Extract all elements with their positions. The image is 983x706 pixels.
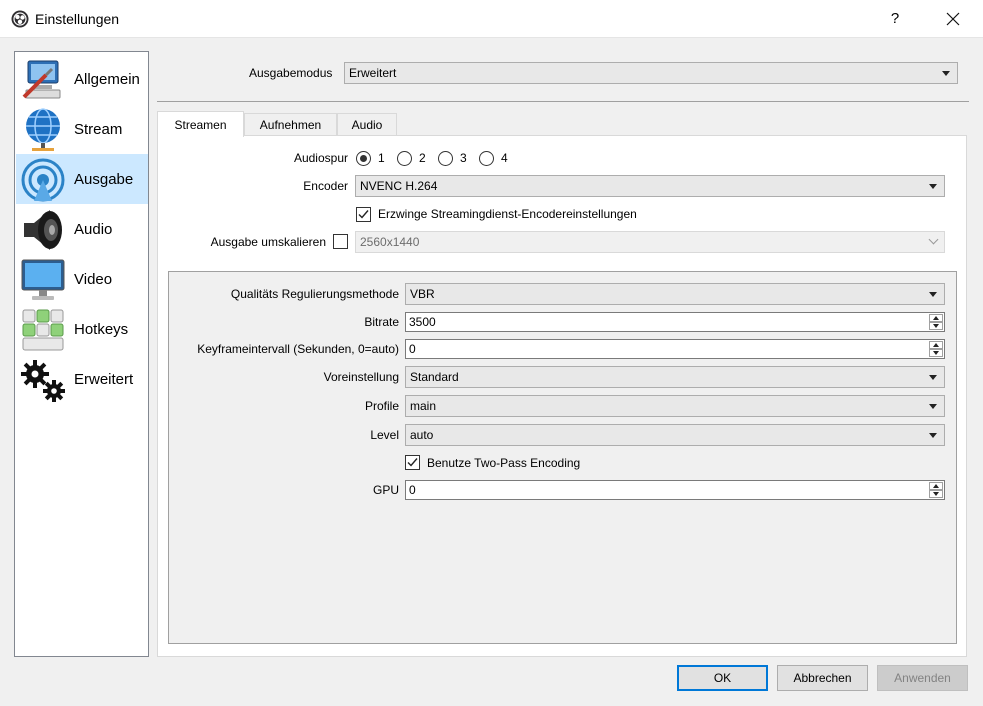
gears-icon xyxy=(21,360,65,402)
chevron-down-icon xyxy=(929,292,937,297)
streamen-tab-panel: Audiospur 1 2 3 4 Encoder NVENC H.264 Er… xyxy=(157,135,967,657)
sidebar-item-label: Allgemein xyxy=(74,71,140,88)
audio-track-radio-3[interactable] xyxy=(438,151,453,166)
divider xyxy=(157,101,969,102)
level-label: Level xyxy=(370,428,399,442)
enforce-encoder-settings-label: Erzwinge Streamingdienst-Encodereinstell… xyxy=(378,207,637,221)
sidebar-item-label: Erweitert xyxy=(74,371,134,388)
chevron-down-icon xyxy=(942,71,950,76)
gpu-value: 0 xyxy=(409,483,416,497)
gpu-spinbox[interactable]: 0 xyxy=(405,480,945,500)
preset-label: Voreinstellung xyxy=(323,370,399,384)
output-mode-value: Erweitert xyxy=(349,66,397,80)
sidebar-item-label: Video xyxy=(74,271,113,288)
rescale-label: Ausgabe umskalieren xyxy=(210,235,326,249)
speaker-icon xyxy=(24,210,62,250)
chevron-down-icon xyxy=(929,433,937,438)
profile-value: main xyxy=(410,399,437,413)
spin-down-icon[interactable] xyxy=(929,349,943,357)
rescale-resolution-value: 2560x1440 xyxy=(360,235,420,249)
monitor-icon xyxy=(21,259,65,300)
sidebar-item-stream[interactable]: Stream xyxy=(16,104,148,154)
audio-track-option-label: 4 xyxy=(501,151,508,165)
encoder-settings-group: Qualitäts Regulierungsmethode VBR Bitrat… xyxy=(168,271,957,644)
gpu-label: GPU xyxy=(372,483,399,497)
two-pass-checkbox[interactable] xyxy=(405,455,420,470)
bitrate-spinbox[interactable]: 3500 xyxy=(405,312,945,332)
sidebar-item-video[interactable]: Video xyxy=(16,254,148,304)
obs-logo-icon xyxy=(11,10,29,28)
checkmark-icon xyxy=(358,210,369,219)
output-broadcast-icon xyxy=(21,158,65,202)
audio-track-radio-2[interactable] xyxy=(397,151,412,166)
checkmark-icon xyxy=(407,458,418,467)
output-settings-panel: Ausgabemodus Erweitert Streamen Aufnehme… xyxy=(157,51,969,657)
keyframe-interval-value: 0 xyxy=(409,342,416,356)
chevron-down-icon xyxy=(928,234,939,245)
rate-control-dropdown[interactable]: VBR xyxy=(405,283,945,305)
encoder-dropdown[interactable]: NVENC H.264 xyxy=(355,175,945,197)
rate-control-value: VBR xyxy=(410,287,435,301)
level-value: auto xyxy=(410,428,434,442)
apply-button[interactable]: Anwenden xyxy=(877,665,968,691)
spin-down-icon[interactable] xyxy=(929,490,943,498)
help-button[interactable]: ? xyxy=(878,0,912,38)
spin-up-icon[interactable] xyxy=(929,482,943,490)
rescale-output-checkbox[interactable] xyxy=(333,234,348,249)
sidebar-item-label: Hotkeys xyxy=(74,321,129,338)
tab-streamen[interactable]: Streamen xyxy=(157,111,244,137)
sidebar-item-label: Audio xyxy=(74,221,113,238)
two-pass-label: Benutze Two-Pass Encoding xyxy=(427,456,581,470)
sidebar-item-label: Stream xyxy=(74,121,123,138)
tab-audio[interactable]: Audio xyxy=(337,113,397,136)
general-settings-icon xyxy=(22,60,61,99)
audio-track-radio-4[interactable] xyxy=(479,151,494,166)
chevron-down-icon xyxy=(929,184,937,189)
audio-track-option-label: 2 xyxy=(419,151,426,165)
rescale-resolution-dropdown[interactable]: 2560x1440 xyxy=(355,231,945,253)
profile-dropdown[interactable]: main xyxy=(405,395,945,417)
close-icon[interactable] xyxy=(934,0,972,38)
spin-up-icon[interactable] xyxy=(929,341,943,349)
keyframe-interval-label: Keyframeintervall (Sekunden, 0=auto) xyxy=(197,342,399,356)
title-bar: Einstellungen ? xyxy=(0,0,983,38)
sidebar-item-label: Ausgabe xyxy=(74,171,134,188)
sidebar-item-audio[interactable]: Audio xyxy=(16,204,148,254)
preset-dropdown[interactable]: Standard xyxy=(405,366,945,388)
sidebar-item-ausgabe[interactable]: Ausgabe xyxy=(16,154,148,204)
output-mode-label: Ausgabemodus xyxy=(249,66,333,80)
keyboard-icon xyxy=(22,309,64,351)
encoder-label: Encoder xyxy=(303,179,348,193)
window-title: Einstellungen xyxy=(35,11,120,27)
output-mode-dropdown[interactable]: Erweitert xyxy=(344,62,958,84)
bitrate-value: 3500 xyxy=(409,315,436,329)
sidebar-item-hotkeys[interactable]: Hotkeys xyxy=(16,304,148,354)
tab-aufnehmen[interactable]: Aufnehmen xyxy=(244,113,337,136)
rate-control-label: Qualitäts Regulierungsmethode xyxy=(230,287,399,301)
enforce-encoder-settings-checkbox[interactable] xyxy=(356,207,371,222)
cancel-button[interactable]: Abbrechen xyxy=(777,665,868,691)
spin-up-icon[interactable] xyxy=(929,314,943,322)
chevron-down-icon xyxy=(929,404,937,409)
spin-down-icon[interactable] xyxy=(929,322,943,330)
audio-track-option-label: 1 xyxy=(378,151,385,165)
sidebar-item-allgemein[interactable]: Allgemein xyxy=(16,54,148,104)
encoder-value: NVENC H.264 xyxy=(360,179,438,193)
stream-globe-icon xyxy=(26,108,60,151)
sidebar-item-erweitert[interactable]: Erweitert xyxy=(16,354,148,404)
settings-sidebar: Allgemein Stream Ausgabe Audio Video Hot… xyxy=(14,51,149,657)
chevron-down-icon xyxy=(929,375,937,380)
audio-track-radio-1[interactable] xyxy=(356,151,371,166)
level-dropdown[interactable]: auto xyxy=(405,424,945,446)
profile-label: Profile xyxy=(364,399,399,413)
preset-value: Standard xyxy=(410,370,459,384)
audio-track-option-label: 3 xyxy=(460,151,467,165)
keyframe-interval-spinbox[interactable]: 0 xyxy=(405,339,945,359)
bitrate-label: Bitrate xyxy=(364,315,399,329)
audio-track-label: Audiospur xyxy=(293,151,348,165)
ok-button[interactable]: OK xyxy=(677,665,768,691)
